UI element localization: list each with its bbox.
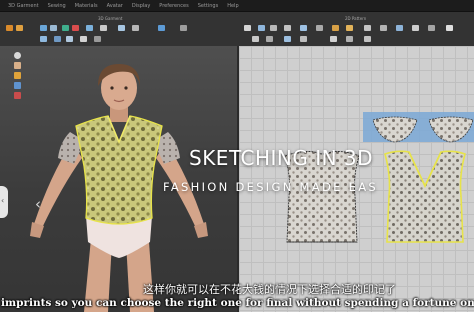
edit-pattern-icon[interactable]	[258, 25, 265, 31]
menu-item-materials[interactable]: Materials	[75, 3, 98, 9]
menu-item-preferences[interactable]: Preferences	[159, 3, 188, 9]
chevron-left-icon: ‹	[1, 196, 5, 205]
sleeve-pattern-right[interactable]	[425, 112, 474, 143]
layer-icon[interactable]	[54, 36, 61, 42]
offset-icon[interactable]	[266, 36, 273, 42]
toolbar-label-3d: 3D Garment	[98, 16, 123, 21]
menu-item-settings[interactable]: Settings	[198, 3, 219, 9]
overlay-subtitle: FASHION DESIGN MADE EAS	[163, 180, 378, 194]
trace-icon[interactable]	[80, 36, 87, 42]
menu-item-3d-garment[interactable]: 3D Garment	[8, 3, 39, 9]
panel-collapse-handle[interactable]: ‹	[0, 186, 8, 218]
notch-icon[interactable]	[330, 36, 337, 42]
garment-vest[interactable]	[58, 115, 180, 225]
fold-line-icon[interactable]	[346, 36, 353, 42]
topstitch-icon[interactable]	[396, 25, 403, 31]
dart-icon[interactable]	[316, 25, 323, 31]
curve-icon[interactable]	[300, 25, 307, 31]
app-window: 3D Garment Sewing Materials Avatar Displ…	[0, 0, 474, 312]
simulate-icon[interactable]	[40, 25, 47, 31]
pattern-window-2d[interactable]	[237, 46, 474, 312]
avatar-icon[interactable]	[132, 25, 139, 31]
select-tool-icon[interactable]	[6, 25, 13, 31]
arrange-icon[interactable]	[40, 36, 47, 42]
segment-sew-icon[interactable]	[332, 25, 339, 31]
seam-check-icon[interactable]	[364, 25, 371, 31]
rectangle-icon[interactable]	[284, 25, 291, 31]
free-sew-icon[interactable]	[346, 25, 353, 31]
chevron-left-icon[interactable]: ‹	[28, 194, 48, 214]
mirror-icon[interactable]	[284, 36, 291, 42]
pin-icon[interactable]	[50, 25, 57, 31]
move-tool-icon[interactable]	[16, 25, 23, 31]
grading-icon[interactable]	[412, 25, 419, 31]
annotation-icon[interactable]	[428, 25, 435, 31]
menu-item-avatar[interactable]: Avatar	[107, 3, 123, 9]
sleeve-pattern-left[interactable]	[363, 112, 425, 143]
toolbar-label-2d: 2D Pattern	[345, 16, 367, 21]
tack-icon[interactable]	[72, 25, 79, 31]
toolbar: 3D Garment 2D Pattern	[0, 12, 474, 47]
stitch-icon[interactable]	[94, 36, 101, 42]
subtitle-chinese: 这样你就可以在不花大钱的情况下选择合适的印记了	[143, 283, 396, 296]
internal-line-icon[interactable]	[252, 36, 259, 42]
pattern-pieces	[284, 112, 474, 243]
pattern-select-icon[interactable]	[244, 25, 251, 31]
viewport-3d[interactable]: ‹ ‹	[0, 46, 237, 312]
subtitle-english: imprints so you can choose the right one…	[1, 297, 474, 309]
grid-view-icon[interactable]	[158, 25, 165, 31]
elastic-icon[interactable]	[364, 36, 371, 42]
brush-icon[interactable]	[118, 25, 125, 31]
texture-icon[interactable]	[100, 25, 107, 31]
measure-icon[interactable]	[86, 25, 93, 31]
polygon-icon[interactable]	[270, 25, 277, 31]
menu-item-sewing[interactable]: Sewing	[48, 3, 66, 9]
fold-icon[interactable]	[62, 25, 69, 31]
button-tool-icon[interactable]	[380, 25, 387, 31]
menu-bar: 3D Garment Sewing Materials Avatar Displ…	[0, 0, 474, 12]
overlay-title: SKETCHING IN 3D	[189, 146, 374, 170]
pattern-grid-icon[interactable]	[446, 25, 453, 31]
symmetry-icon[interactable]	[300, 36, 307, 42]
camera-icon[interactable]	[180, 25, 187, 31]
avatar-scene	[30, 64, 208, 312]
strengthen-icon[interactable]	[66, 36, 73, 42]
menu-item-display[interactable]: Display	[132, 3, 150, 9]
menu-item-help[interactable]: Help	[227, 3, 238, 9]
